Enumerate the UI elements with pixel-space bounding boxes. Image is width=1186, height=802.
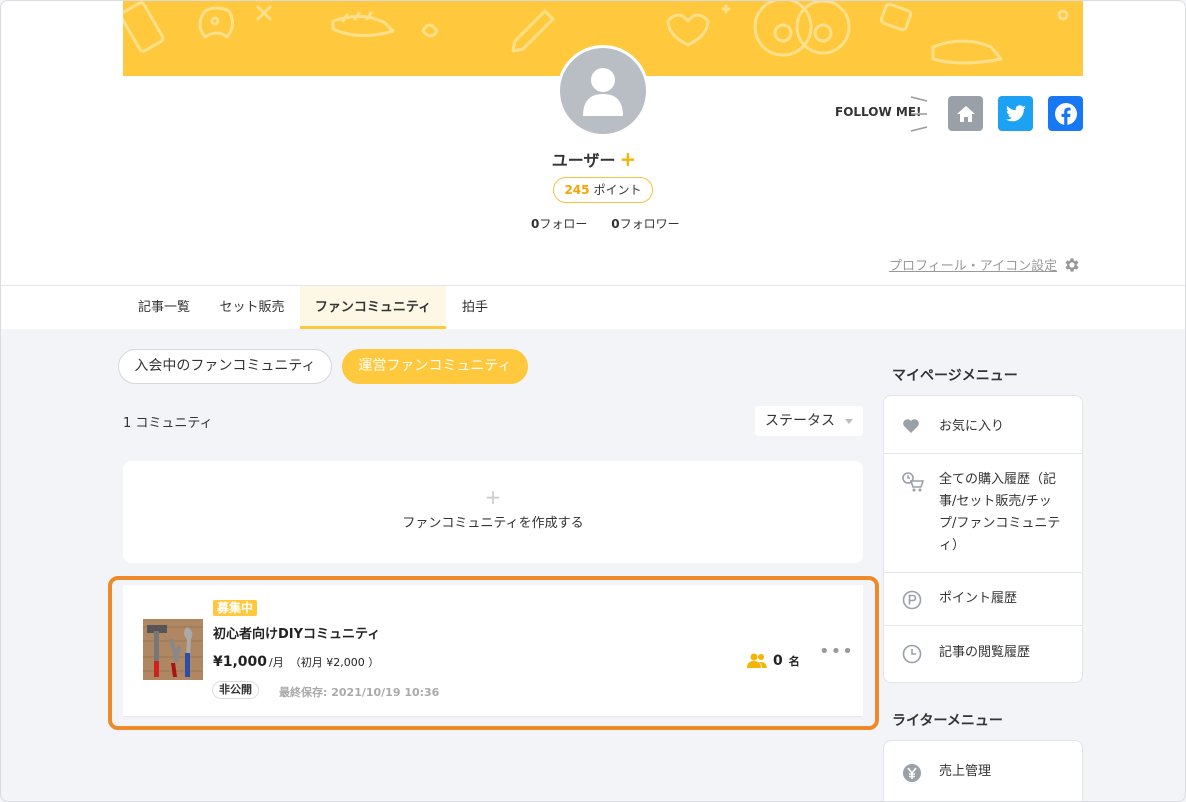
create-community-label: ファンコミュニティを作成する	[402, 516, 584, 531]
follow-plus-icon[interactable]: +	[619, 147, 636, 171]
points-label: ポイント	[593, 183, 642, 197]
avatar[interactable]	[557, 45, 649, 137]
community-count: 1 コミュニティ	[123, 416, 213, 431]
menu-item-sales-management[interactable]: 売上管理	[884, 741, 1082, 801]
status-select[interactable]: ステータス	[755, 406, 863, 436]
user-silhouette-icon	[583, 68, 623, 116]
highlight-outline	[108, 576, 879, 730]
home-link-button[interactable]	[948, 96, 983, 131]
follow-me-ticks-icon	[910, 96, 928, 132]
tab-applause[interactable]: 拍手	[447, 286, 503, 329]
mypage-menu-heading: マイページメニュー	[892, 368, 1018, 384]
writer-menu-heading: ライターメニュー	[892, 713, 1003, 729]
points-value: 245	[564, 183, 590, 197]
tab-articles[interactable]: 記事一覧	[125, 286, 203, 329]
username-row: ユーザー +	[1, 147, 1185, 171]
menu-item-view-history[interactable]: 記事の閲覧履歴	[884, 626, 1082, 682]
chevron-down-icon	[845, 419, 853, 424]
menu-item-label: 売上管理	[939, 764, 992, 779]
yen-icon	[903, 764, 921, 782]
follower-link[interactable]: 0フォロワー	[611, 217, 679, 231]
menu-item-label: 全ての購入履歴（記事/セット販売/チップ/ファンコミュニティ）	[939, 472, 1061, 553]
home-icon	[956, 105, 975, 122]
profile-tabs: 記事一覧 セット販売 ファンコミュニティ 拍手	[1, 285, 1185, 329]
tab-fan-community[interactable]: ファンコミュニティ	[300, 286, 446, 329]
menu-item-point-history[interactable]: ポイント履歴	[884, 573, 1082, 626]
username: ユーザー	[551, 151, 616, 170]
follow-link[interactable]: 0フォロー	[531, 217, 587, 231]
plus-icon: +	[484, 485, 502, 509]
menu-item-label: ポイント履歴	[939, 591, 1018, 606]
follow-counts: 0フォロー 0フォロワー	[531, 215, 700, 232]
menu-item-label: お気に入り	[939, 419, 1005, 434]
cart-clock-icon	[902, 472, 924, 492]
follower-count: 0	[611, 217, 620, 231]
create-community-button[interactable]: + ファンコミュニティを作成する	[123, 461, 863, 563]
profile-header: ユーザー+ 245ポイント 0フォロー 0フォロワー FOLLOW ME!	[1, 1, 1185, 329]
points-badge: 245 ポイント	[553, 177, 653, 203]
profile-settings-label: プロフィール・アイコン設定	[889, 259, 1058, 274]
joined-community-filter[interactable]: 入会中のファンコミュニティ	[118, 349, 332, 384]
tab-set-sales[interactable]: セット販売	[205, 286, 299, 329]
facebook-icon	[1054, 102, 1077, 125]
twitter-icon	[1005, 104, 1026, 121]
menu-item-purchase-history[interactable]: 全ての購入履歴（記事/セット販売/チップ/ファンコミュニティ）	[884, 454, 1082, 573]
clock-icon	[902, 644, 922, 664]
menu-item-favorites[interactable]: お気に入り	[884, 396, 1082, 454]
point-icon	[902, 590, 922, 610]
page-frame: ユーザー+ 245ポイント 0フォロー 0フォロワー FOLLOW ME!	[0, 0, 1186, 802]
managed-community-filter[interactable]: 運営ファンコミュニティ	[342, 349, 528, 384]
status-select-value: ステータス	[765, 413, 835, 429]
menu-item-label: 記事の閲覧履歴	[939, 645, 1031, 660]
facebook-link-button[interactable]	[1048, 96, 1083, 131]
profile-settings-link[interactable]: プロフィール・アイコン設定	[889, 255, 1081, 274]
follower-label: フォロワー	[619, 217, 680, 231]
heart-icon	[903, 419, 919, 433]
twitter-link-button[interactable]	[998, 96, 1033, 131]
follow-label: フォロー	[539, 217, 588, 231]
gear-icon	[1065, 257, 1079, 272]
mypage-menu: お気に入り 全ての購入履歴（記事/セット販売/チップ/ファンコミュニティ） ポイ…	[883, 395, 1083, 683]
writer-menu: 売上管理	[883, 740, 1083, 801]
